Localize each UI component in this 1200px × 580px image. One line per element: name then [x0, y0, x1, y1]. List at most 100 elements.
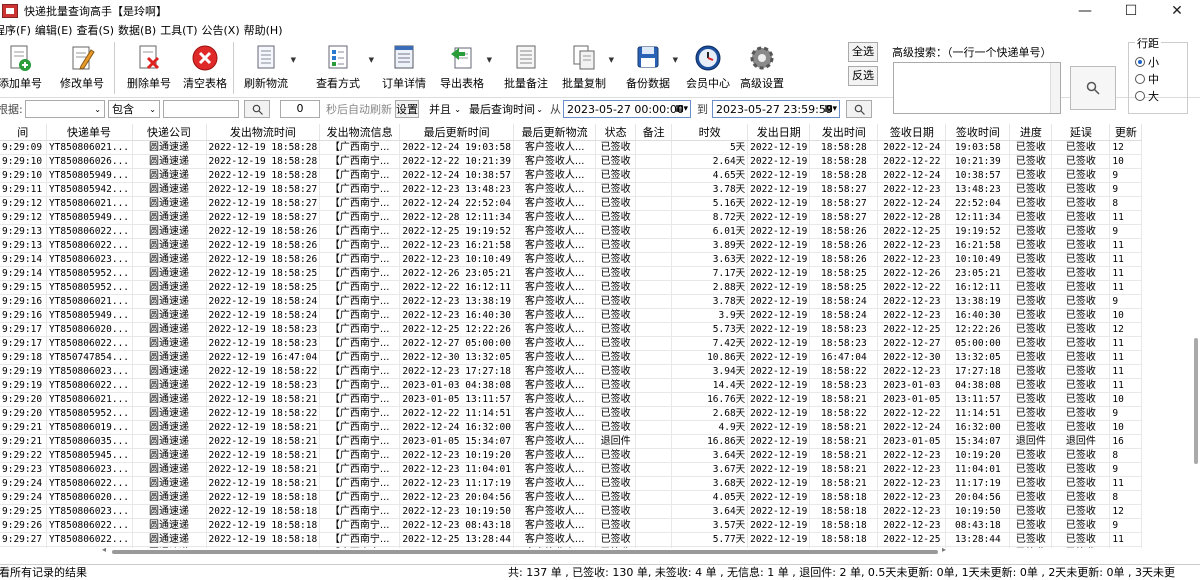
- table-row[interactable]: 9:29:16 YT850806021... 圆通速递 2022-12-19 18:5…: [0, 294, 1143, 309]
- table-row[interactable]: 9:29:18 YT850747854... 圆通速递 2022-12-19 16:4…: [0, 350, 1143, 365]
- filter-operator-select[interactable]: 包含 ⌄: [108, 100, 160, 118]
- table-row[interactable]: 9:29:17 YT850806020... 圆通速递 2022-12-19 18:5…: [0, 322, 1143, 337]
- filter-search-button[interactable]: [244, 100, 270, 118]
- column-header[interactable]: 时效: [671, 124, 749, 141]
- date-search-button[interactable]: [846, 100, 872, 118]
- menu-program[interactable]: 程序(F): [0, 22, 35, 38]
- filter-value-input[interactable]: [163, 100, 239, 118]
- table-row[interactable]: 9:29:10 YT850805949... 圆通速递 2022-12-19 18:5…: [0, 168, 1143, 183]
- row-spacing-small[interactable]: 小: [1135, 53, 1187, 70]
- copy-dropdown-icon[interactable]: ▼: [609, 56, 614, 64]
- row-spacing-medium[interactable]: 中: [1135, 70, 1187, 87]
- order-detail-button[interactable]: 订单详情: [382, 38, 426, 96]
- table-row[interactable]: 9:29:11 YT850805942... 圆通速递 2022-12-19 18:5…: [0, 182, 1143, 197]
- column-header[interactable]: 最后更新物流: [513, 124, 597, 141]
- table-row[interactable]: 9:29:24 YT850806020... 圆通速递 2022-12-19 18:5…: [0, 490, 1143, 505]
- table-row[interactable]: 9:29:21 YT850806035... 圆通速递 2022-12-19 18:5…: [0, 434, 1143, 449]
- invert-selection-button[interactable]: 反选: [848, 66, 878, 86]
- row-spacing-large[interactable]: 大: [1135, 87, 1187, 104]
- auto-refresh-set-button[interactable]: 设置: [395, 100, 419, 118]
- table-row[interactable]: 9:29:26 YT850806022... 圆通速递 2022-12-19 18:5…: [0, 518, 1143, 533]
- select-all-button[interactable]: 全选: [848, 42, 878, 62]
- table-row[interactable]: 9:29:12 YT850805949... 圆通速递 2022-12-19 18:5…: [0, 210, 1143, 225]
- column-header[interactable]: 备注: [635, 124, 673, 141]
- clear-table-button[interactable]: 清空表格: [183, 38, 227, 96]
- table-row[interactable]: 9:29:22 YT850805945... 圆通速递 2022-12-19 18:5…: [0, 448, 1143, 463]
- table-row[interactable]: 9:29:24 YT850806022... 圆通速递 2022-12-19 18:5…: [0, 476, 1143, 491]
- column-header[interactable]: 发出日期: [747, 124, 811, 141]
- column-header[interactable]: 签收日期: [877, 124, 947, 141]
- advanced-search-textarea[interactable]: [893, 62, 1061, 114]
- backup-data-button[interactable]: 备份数据 ▼: [626, 38, 678, 96]
- column-header[interactable]: 最后更新时间: [399, 124, 515, 141]
- table-row[interactable]: 9:29:16 YT850805949... 圆通速递 2022-12-19 18:5…: [0, 308, 1143, 323]
- table-row[interactable]: 9:29:21 YT850806019... 圆通速递 2022-12-19 18:5…: [0, 420, 1143, 435]
- radio[interactable]: [1135, 73, 1145, 84]
- advanced-search-button[interactable]: [1070, 66, 1116, 110]
- close-icon[interactable]: ✕: [1154, 0, 1200, 22]
- horizontal-scrollbar-thumb[interactable]: [112, 550, 938, 554]
- maximize-icon[interactable]: ☐: [1108, 0, 1154, 22]
- vertical-scrollbar[interactable]: [1192, 142, 1200, 544]
- logic-select[interactable]: 并且 ⌄: [425, 100, 465, 118]
- column-header[interactable]: 更新: [1109, 124, 1143, 141]
- table-row[interactable]: 9:29:25 YT850806023... 圆通速递 2022-12-19 18:5…: [0, 504, 1143, 519]
- auto-refresh-seconds-input[interactable]: 0: [280, 100, 320, 118]
- member-center-button[interactable]: 会员中心: [686, 38, 730, 96]
- column-header[interactable]: 签收时间: [945, 124, 1011, 141]
- vertical-scrollbar-thumb[interactable]: [1194, 338, 1198, 464]
- export-table-button[interactable]: 导出表格 ▼: [440, 38, 492, 96]
- start-datetime-picker[interactable]: 2023-05-27 00:00:00 ▦▾: [563, 100, 691, 118]
- refresh-dropdown-icon[interactable]: ▼: [291, 56, 296, 64]
- end-datetime-picker[interactable]: 2023-05-27 23:59:59 ▦▾: [712, 100, 840, 118]
- table-row[interactable]: 9:29:14 YT850806023... 圆通速递 2022-12-19 18:5…: [0, 252, 1143, 267]
- column-header[interactable]: 发出物流时间: [206, 124, 321, 141]
- table-row[interactable]: 9:29:20 YT850805952... 圆通速递 2022-12-19 18:5…: [0, 406, 1143, 421]
- table-row[interactable]: 9:29:10 YT850806026... 圆通速递 2022-12-19 18:5…: [0, 154, 1143, 169]
- table-row[interactable]: 9:29:20 YT850806021... 圆通速递 2022-12-19 18:5…: [0, 392, 1143, 407]
- column-header[interactable]: 快递公司: [132, 124, 207, 141]
- column-header[interactable]: 间: [0, 124, 47, 141]
- table-row[interactable]: 9:29:14 YT850805952... 圆通速递 2022-12-19 18:5…: [0, 266, 1143, 281]
- export-dropdown-icon[interactable]: ▼: [487, 56, 492, 64]
- table-row[interactable]: 9:29:19 YT850806022... 圆通速递 2022-12-19 18:5…: [0, 378, 1143, 393]
- table-row[interactable]: 9:29:19 YT850806023... 圆通速递 2022-12-19 18:5…: [0, 364, 1143, 379]
- table-row[interactable]: 9:29:09 YT850806021... 圆通速递 2022-12-19 18:5…: [0, 140, 1143, 155]
- textarea-scrollbar[interactable]: [1050, 63, 1060, 113]
- column-header[interactable]: 进度: [1009, 124, 1053, 141]
- table-row[interactable]: 9:29:15 YT850805952... 圆通速递 2022-12-19 18:5…: [0, 280, 1143, 295]
- menu-tools[interactable]: 工具(T): [160, 22, 201, 38]
- table-row[interactable]: 9:29:23 YT850806023... 圆通速递 2022-12-19 18:5…: [0, 462, 1143, 477]
- calendar-icon[interactable]: ▦▾: [824, 104, 837, 114]
- batch-note-button[interactable]: 批量备注: [504, 38, 548, 96]
- table-row[interactable]: 9:29:27 YT850806022... 圆通速递 2022-12-19 18:5…: [0, 532, 1143, 547]
- radio[interactable]: [1135, 90, 1145, 101]
- radio-selected[interactable]: [1135, 56, 1145, 67]
- view-dropdown-icon[interactable]: ▼: [369, 56, 374, 64]
- menu-data[interactable]: 数据(B): [118, 22, 160, 38]
- horizontal-scrollbar[interactable]: ◂ ▸: [0, 545, 1200, 556]
- table-row[interactable]: 9:29:17 YT850806022... 圆通速递 2022-12-19 18:5…: [0, 336, 1143, 351]
- batch-copy-button[interactable]: 批量复制 ▼: [562, 38, 614, 96]
- table-row[interactable]: 9:29:12 YT850806021... 圆通速递 2022-12-19 18:5…: [0, 196, 1143, 211]
- column-header[interactable]: 快递单号: [46, 124, 133, 141]
- table-row[interactable]: 9:29:13 YT850806022... 圆通速递 2022-12-19 18:5…: [0, 238, 1143, 253]
- menu-help[interactable]: 帮助(H): [244, 22, 287, 38]
- edit-number-button[interactable]: 修改单号: [56, 38, 108, 96]
- column-header[interactable]: 发出时间: [809, 124, 879, 141]
- refresh-logistics-button[interactable]: 刷新物流 ▼: [244, 38, 296, 96]
- calendar-icon[interactable]: ▦▾: [675, 104, 688, 114]
- add-number-button[interactable]: 添加单号: [0, 38, 42, 96]
- time-field-select[interactable]: 最后查询时间 ⌄: [465, 100, 547, 118]
- menu-edit[interactable]: 编辑(E): [35, 22, 77, 38]
- column-header[interactable]: 发出物流信息: [319, 124, 401, 141]
- scroll-right-icon[interactable]: ▸: [942, 545, 946, 554]
- column-header[interactable]: 延误: [1051, 124, 1111, 141]
- backup-dropdown-icon[interactable]: ▼: [673, 56, 678, 64]
- menu-view[interactable]: 查看(S): [76, 22, 118, 38]
- menu-notice[interactable]: 公告(X): [202, 22, 244, 38]
- view-mode-button[interactable]: 查看方式 ▼: [310, 38, 374, 96]
- delete-number-button[interactable]: 删除单号: [127, 38, 171, 96]
- scroll-left-icon[interactable]: ◂: [102, 545, 106, 554]
- advanced-settings-button[interactable]: 高级设置: [740, 38, 784, 96]
